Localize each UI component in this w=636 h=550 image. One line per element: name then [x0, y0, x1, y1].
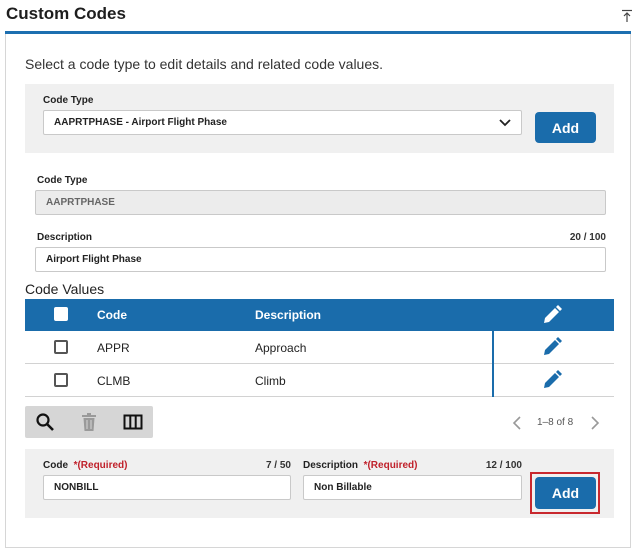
cell-code: APPR — [97, 341, 130, 355]
chevron-down-icon — [499, 118, 511, 126]
instructions-text: Select a code type to edit details and r… — [25, 56, 384, 72]
description-field-label: Description *(Required) — [303, 460, 418, 471]
cell-code: CLMB — [97, 374, 131, 388]
code-type-select-label: Code Type — [43, 95, 94, 106]
code-type-label: Code Type — [37, 175, 88, 186]
required-indicator: *(Required) — [73, 460, 128, 471]
table-toolbar — [25, 406, 153, 438]
column-header-code[interactable]: Code — [97, 308, 127, 322]
select-all-checkbox[interactable] — [54, 307, 68, 321]
row-checkbox[interactable] — [54, 340, 68, 354]
add-code-type-button[interactable]: Add — [535, 112, 596, 143]
table-header: Code Description — [25, 299, 614, 331]
edit-all-icon[interactable] — [541, 304, 563, 326]
cell-description: Climb — [255, 374, 286, 388]
code-char-counter: 7 / 50 — [265, 460, 291, 471]
code-values-title: Code Values — [25, 281, 105, 297]
add-code-value-button[interactable]: Add — [535, 477, 596, 509]
code-type-select[interactable]: AAPRTPHASE - Airport Flight Phase — [43, 110, 522, 135]
search-icon[interactable] — [35, 412, 55, 432]
description-char-counter: 20 / 100 — [569, 232, 606, 243]
column-divider — [492, 364, 494, 397]
row-checkbox[interactable] — [54, 373, 68, 387]
table-row[interactable]: CLMB Climb — [25, 364, 614, 397]
page-title: Custom Codes — [6, 4, 126, 23]
code-type-select-value: AAPRTPHASE - Airport Flight Phase — [54, 117, 227, 128]
trash-icon[interactable] — [79, 412, 99, 432]
code-type-field: AAPRTPHASE — [35, 190, 606, 215]
required-indicator: *(Required) — [363, 460, 418, 471]
columns-icon[interactable] — [123, 412, 143, 432]
pagination-range: 1–8 of 8 — [537, 417, 574, 428]
edit-icon[interactable] — [541, 336, 563, 358]
description-field[interactable]: Airport Flight Phase — [35, 247, 606, 272]
table-row[interactable]: APPR Approach — [25, 331, 614, 364]
chevron-right-icon[interactable] — [590, 416, 600, 430]
column-header-description[interactable]: Description — [255, 308, 321, 322]
edit-icon[interactable] — [541, 369, 563, 391]
cell-description: Approach — [255, 341, 307, 355]
code-field-label: Code *(Required) — [43, 460, 128, 471]
column-divider — [492, 331, 494, 364]
collapse-icon[interactable] — [621, 9, 633, 23]
description-new-char-counter: 12 / 100 — [485, 460, 522, 471]
new-description-field[interactable]: Non Billable — [303, 475, 522, 500]
description-label: Description — [37, 232, 93, 243]
chevron-left-icon[interactable] — [512, 416, 522, 430]
new-code-field[interactable]: NONBILL — [43, 475, 291, 500]
